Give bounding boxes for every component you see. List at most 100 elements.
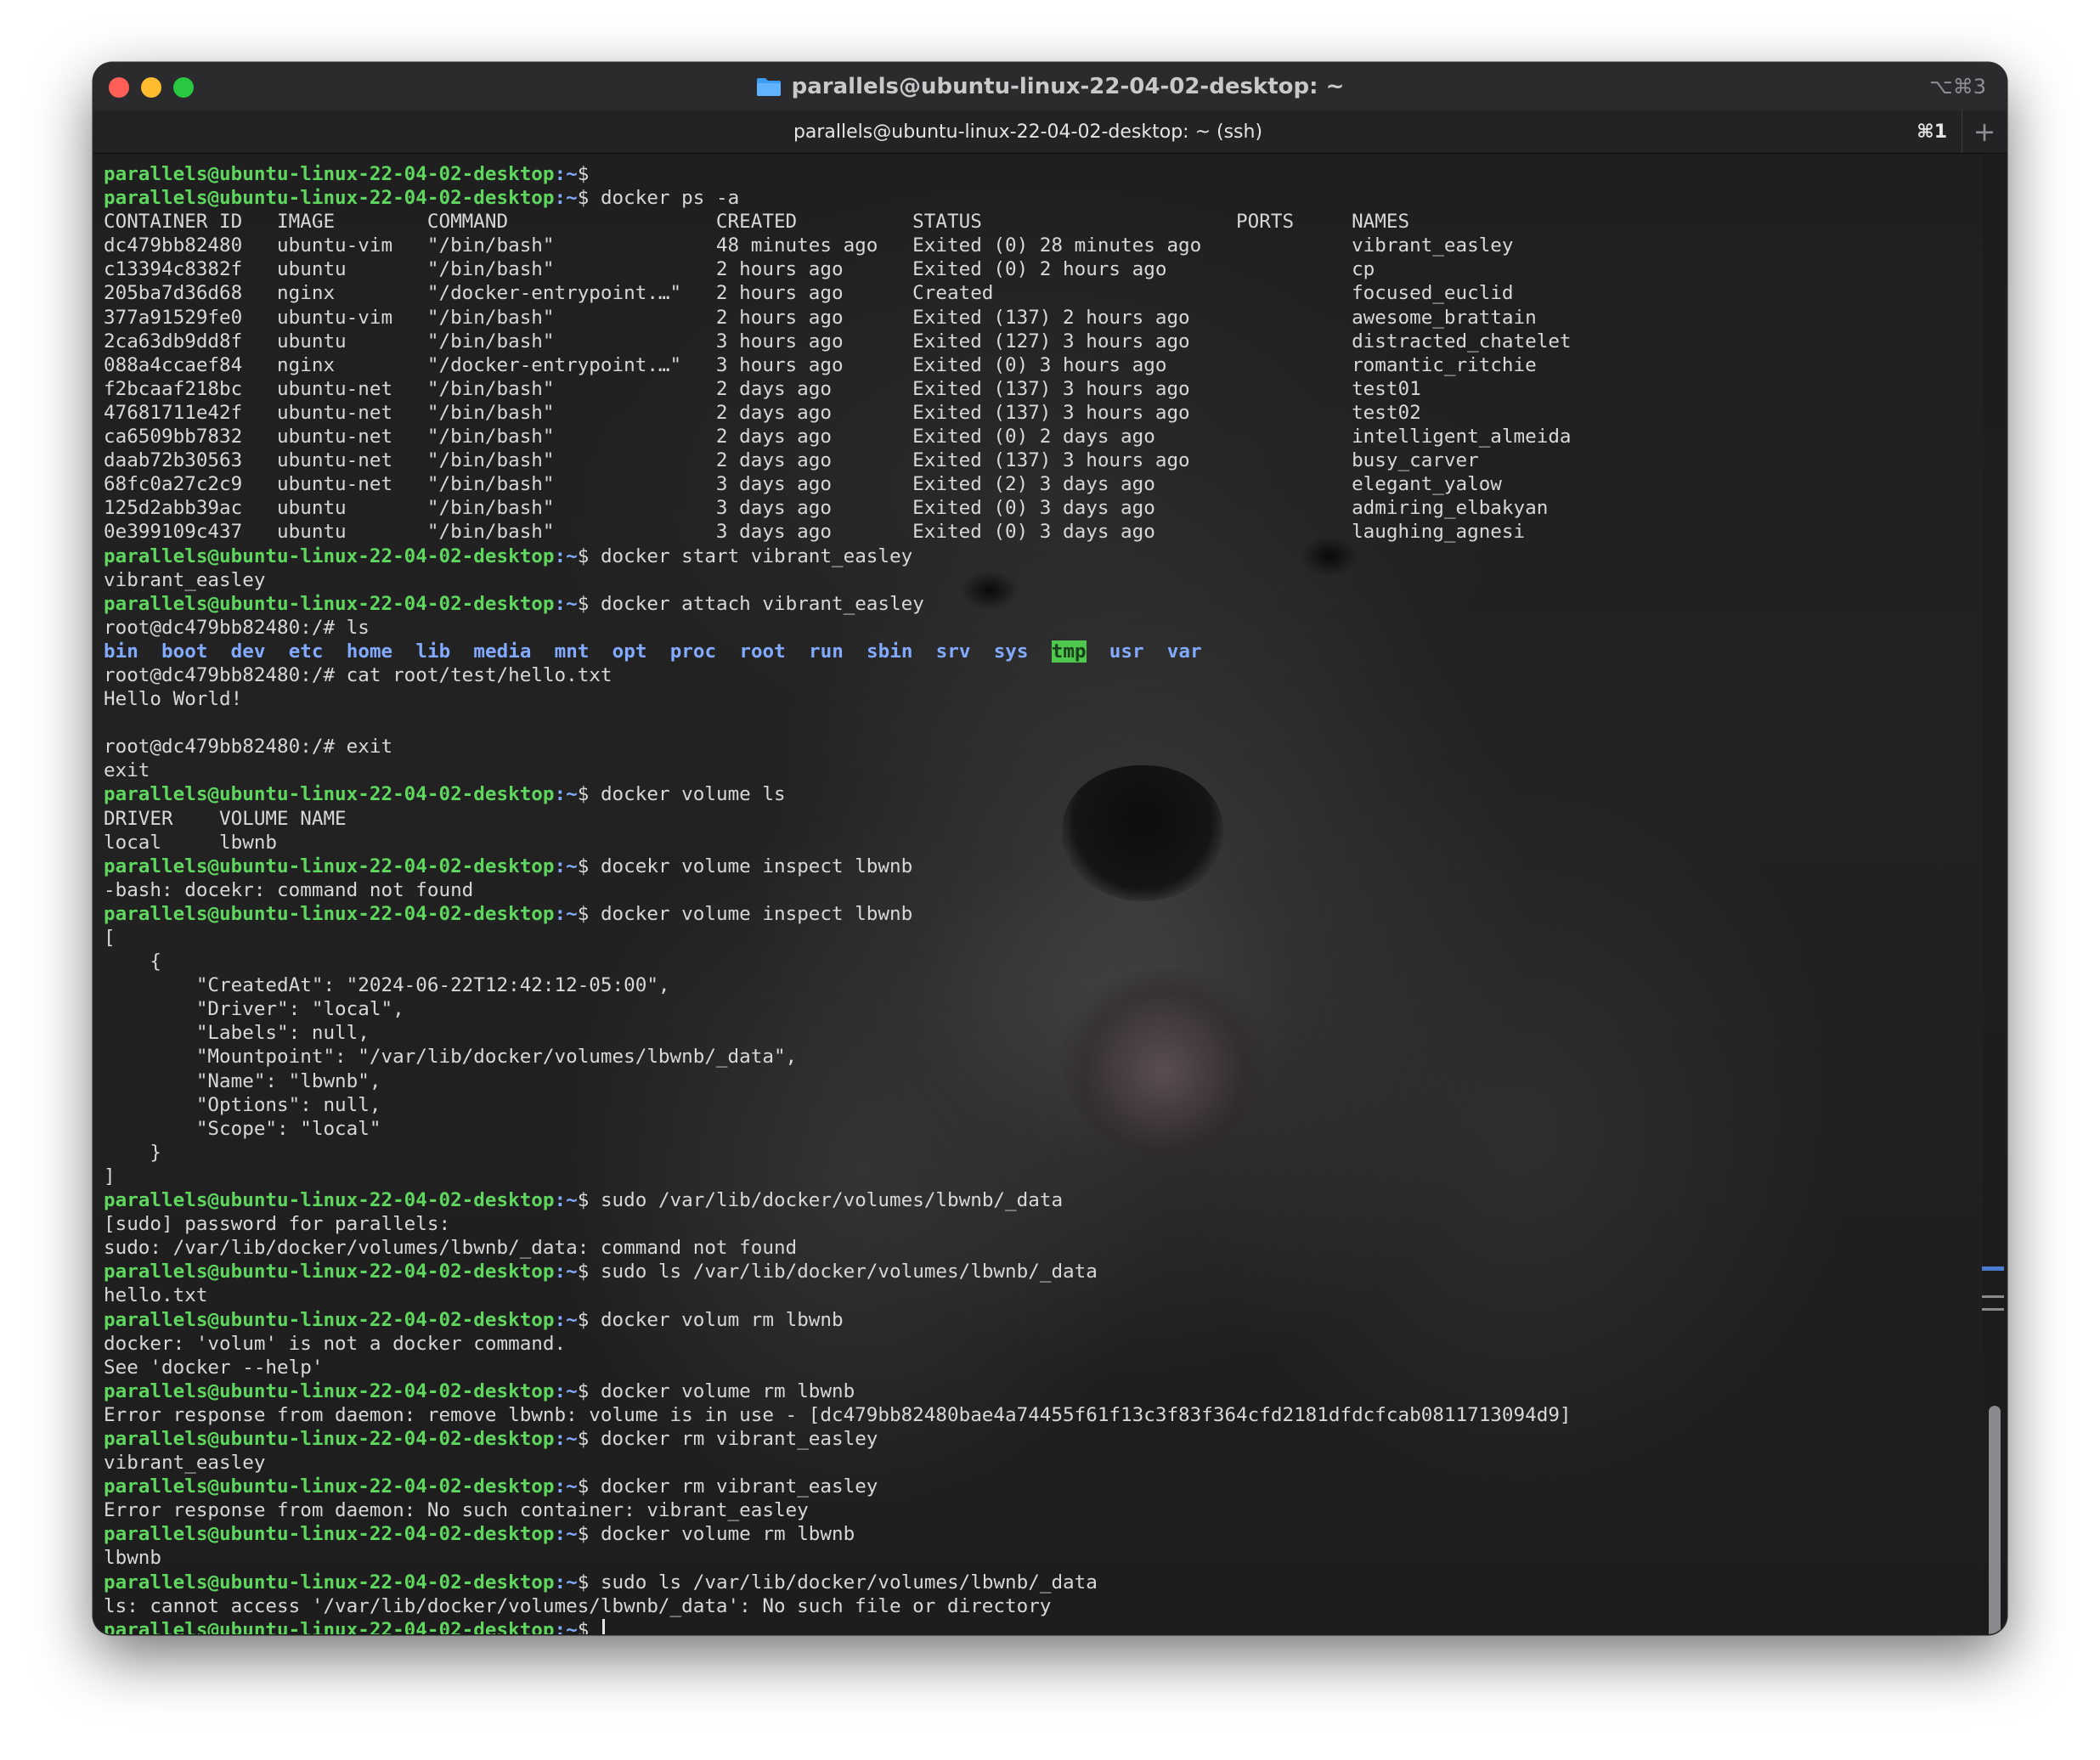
- terminal-line: DRIVER VOLUME NAME: [104, 807, 1572, 831]
- terminal-line: parallels@ubuntu-linux-22-04-02-desktop:…: [104, 782, 1572, 806]
- output-text: root@dc479bb82480:/# cat root/test/hello…: [104, 663, 612, 686]
- new-tab-button[interactable]: +: [1962, 110, 2007, 153]
- command-text: docker volume inspect lbwnb: [589, 902, 913, 925]
- directory-entry: var: [1166, 640, 1202, 663]
- directory-entry: dev: [230, 640, 266, 663]
- prompt-symbol: $: [577, 783, 590, 806]
- terminal-line: bin boot dev etc home lib media mnt opt …: [104, 640, 1572, 663]
- title-bar[interactable]: parallels@ubuntu-linux-22-04-02-desktop:…: [93, 63, 2007, 111]
- command-text: sudo ls /var/lib/docker/volumes/lbwnb/_d…: [589, 1261, 1098, 1283]
- prompt-symbol: $: [577, 1427, 590, 1450]
- terminal-line: 68fc0a27c2c9 ubuntu-net "/bin/bash" 3 da…: [104, 472, 1572, 496]
- output-text: "Name": "lbwnb",: [104, 1069, 381, 1092]
- output-text: 2ca63db9dd8f ubuntu "/bin/bash" 3 hours …: [104, 330, 1572, 353]
- output-text: ls: cannot access '/var/lib/docker/volum…: [104, 1594, 1052, 1617]
- prompt-user-host: parallels@ubuntu-linux-22-04-02-desktop: [104, 1379, 555, 1402]
- command-text: [589, 163, 601, 185]
- prompt-path: :~: [554, 1427, 578, 1450]
- prompt-user-host: parallels@ubuntu-linux-22-04-02-desktop: [104, 1523, 555, 1546]
- prompt-path: :~: [554, 855, 578, 877]
- plus-icon: +: [1973, 116, 1996, 148]
- output-text: "Driver": "local",: [104, 998, 404, 1021]
- output-text: "Labels": null,: [104, 1022, 370, 1045]
- terminal-line: 205ba7d36d68 nginx "/docker-entrypoint.……: [104, 281, 1572, 305]
- prompt-path: :~: [554, 1379, 578, 1402]
- prompt-path: :~: [554, 1189, 578, 1212]
- output-text: 0e399109c437 ubuntu "/bin/bash" 3 days a…: [104, 521, 1526, 544]
- terminal-line: sudo: /var/lib/docker/volumes/lbwnb/_dat…: [104, 1236, 1572, 1260]
- output-text: "Mountpoint": "/var/lib/docker/volumes/l…: [104, 1046, 798, 1069]
- output-text: 47681711e42f ubuntu-net "/bin/bash" 2 da…: [104, 401, 1421, 424]
- tab-shortcut: ⌘1: [1917, 121, 1947, 143]
- terminal-window: parallels@ubuntu-linux-22-04-02-desktop:…: [93, 63, 2007, 1634]
- prompt-symbol: $: [577, 187, 590, 210]
- prompt-symbol: $: [577, 1523, 590, 1546]
- output-text: daab72b30563 ubuntu-net "/bin/bash" 2 da…: [104, 449, 1479, 472]
- output-text: ]: [104, 1165, 116, 1187]
- terminal-line: local lbwnb: [104, 831, 1572, 855]
- output-text: hello.txt: [104, 1284, 208, 1307]
- output-text: Error response from daemon: remove lbwnb…: [104, 1403, 1572, 1426]
- scrollbar[interactable]: [1982, 154, 2007, 1634]
- directory-entry: bin: [104, 640, 138, 663]
- terminal-line: [: [104, 926, 1572, 950]
- prompt-user-host: parallels@ubuntu-linux-22-04-02-desktop: [104, 163, 555, 185]
- tab-ssh-session[interactable]: parallels@ubuntu-linux-22-04-02-desktop:…: [93, 110, 1962, 153]
- prompt-symbol: $: [577, 902, 590, 925]
- output-text: 377a91529fe0 ubuntu-vim "/bin/bash" 2 ho…: [104, 306, 1537, 329]
- scroll-thumb[interactable]: [1989, 1406, 2001, 1634]
- terminal-line: 2ca63db9dd8f ubuntu "/bin/bash" 3 hours …: [104, 330, 1572, 353]
- terminal-output-area[interactable]: parallels@ubuntu-linux-22-04-02-desktop:…: [93, 154, 2007, 1634]
- command-text: docker rm vibrant_easley: [589, 1475, 878, 1498]
- terminal-line: root@dc479bb82480:/# exit: [104, 735, 1572, 759]
- command-text: docker volum rm lbwnb: [589, 1308, 844, 1331]
- terminal-line: ls: cannot access '/var/lib/docker/volum…: [104, 1594, 1572, 1618]
- terminal-text: parallels@ubuntu-linux-22-04-02-desktop:…: [104, 162, 1572, 1634]
- output-text: "Scope": "local": [104, 1117, 381, 1140]
- prompt-path: :~: [554, 1308, 578, 1331]
- output-text: f2bcaaf218bc ubuntu-net "/bin/bash" 2 da…: [104, 377, 1421, 400]
- output-text: c13394c8382f ubuntu "/bin/bash" 2 hours …: [104, 258, 1375, 281]
- prompt-user-host: parallels@ubuntu-linux-22-04-02-desktop: [104, 1261, 555, 1283]
- command-text: docker ps -a: [589, 187, 740, 210]
- output-text: DRIVER VOLUME NAME: [104, 807, 347, 830]
- prompt-user-host: parallels@ubuntu-linux-22-04-02-desktop: [104, 592, 555, 615]
- terminal-line: parallels@ubuntu-linux-22-04-02-desktop:…: [104, 1188, 1572, 1212]
- output-text: 088a4ccaef84 nginx "/docker-entrypoint.……: [104, 353, 1537, 376]
- terminal-line: parallels@ubuntu-linux-22-04-02-desktop:…: [104, 1522, 1572, 1546]
- output-text: Error response from daemon: No such cont…: [104, 1499, 809, 1522]
- prompt-path: :~: [554, 163, 578, 185]
- directory-entry: usr: [1109, 640, 1144, 663]
- command-text: docker volume rm lbwnb: [589, 1379, 855, 1402]
- prompt-path: :~: [554, 783, 578, 806]
- directory-entry: etc: [288, 640, 324, 663]
- directory-entry: home: [346, 640, 393, 663]
- command-text: [589, 1619, 601, 1634]
- terminal-line: Error response from daemon: No such cont…: [104, 1498, 1572, 1522]
- directory-entry: opt: [612, 640, 647, 663]
- output-text: [: [104, 927, 116, 949]
- output-text: lbwnb: [104, 1547, 162, 1570]
- prompt-path: :~: [554, 544, 578, 567]
- directory-entry: media: [473, 640, 532, 663]
- window-title: parallels@ubuntu-linux-22-04-02-desktop:…: [93, 63, 2007, 110]
- prompt-symbol: $: [577, 1189, 590, 1212]
- terminal-line: c13394c8382f ubuntu "/bin/bash" 2 hours …: [104, 257, 1572, 281]
- output-text: -bash: docekr: command not found: [104, 878, 474, 901]
- terminal-line: daab72b30563 ubuntu-net "/bin/bash" 2 da…: [104, 448, 1572, 472]
- text-cursor: [601, 1618, 605, 1634]
- command-text: docker volume rm lbwnb: [589, 1523, 855, 1546]
- command-text: docker rm vibrant_easley: [589, 1427, 878, 1450]
- terminal-line: -bash: docekr: command not found: [104, 878, 1572, 902]
- prompt-path: :~: [554, 1618, 578, 1634]
- prompt-user-host: parallels@ubuntu-linux-22-04-02-desktop: [104, 1427, 555, 1450]
- terminal-line: ]: [104, 1165, 1572, 1188]
- output-text: }: [104, 1141, 162, 1164]
- output-text: CONTAINER ID IMAGE COMMAND CREATED STATU…: [104, 211, 1410, 234]
- prompt-user-host: parallels@ubuntu-linux-22-04-02-desktop: [104, 1475, 555, 1498]
- tab-bar: parallels@ubuntu-linux-22-04-02-desktop:…: [93, 110, 2007, 154]
- prompt-user-host: parallels@ubuntu-linux-22-04-02-desktop: [104, 544, 555, 567]
- output-text: local lbwnb: [104, 831, 278, 854]
- terminal-line: "CreatedAt": "2024-06-22T12:42:12-05:00"…: [104, 973, 1572, 997]
- terminal-line: 377a91529fe0 ubuntu-vim "/bin/bash" 2 ho…: [104, 306, 1572, 330]
